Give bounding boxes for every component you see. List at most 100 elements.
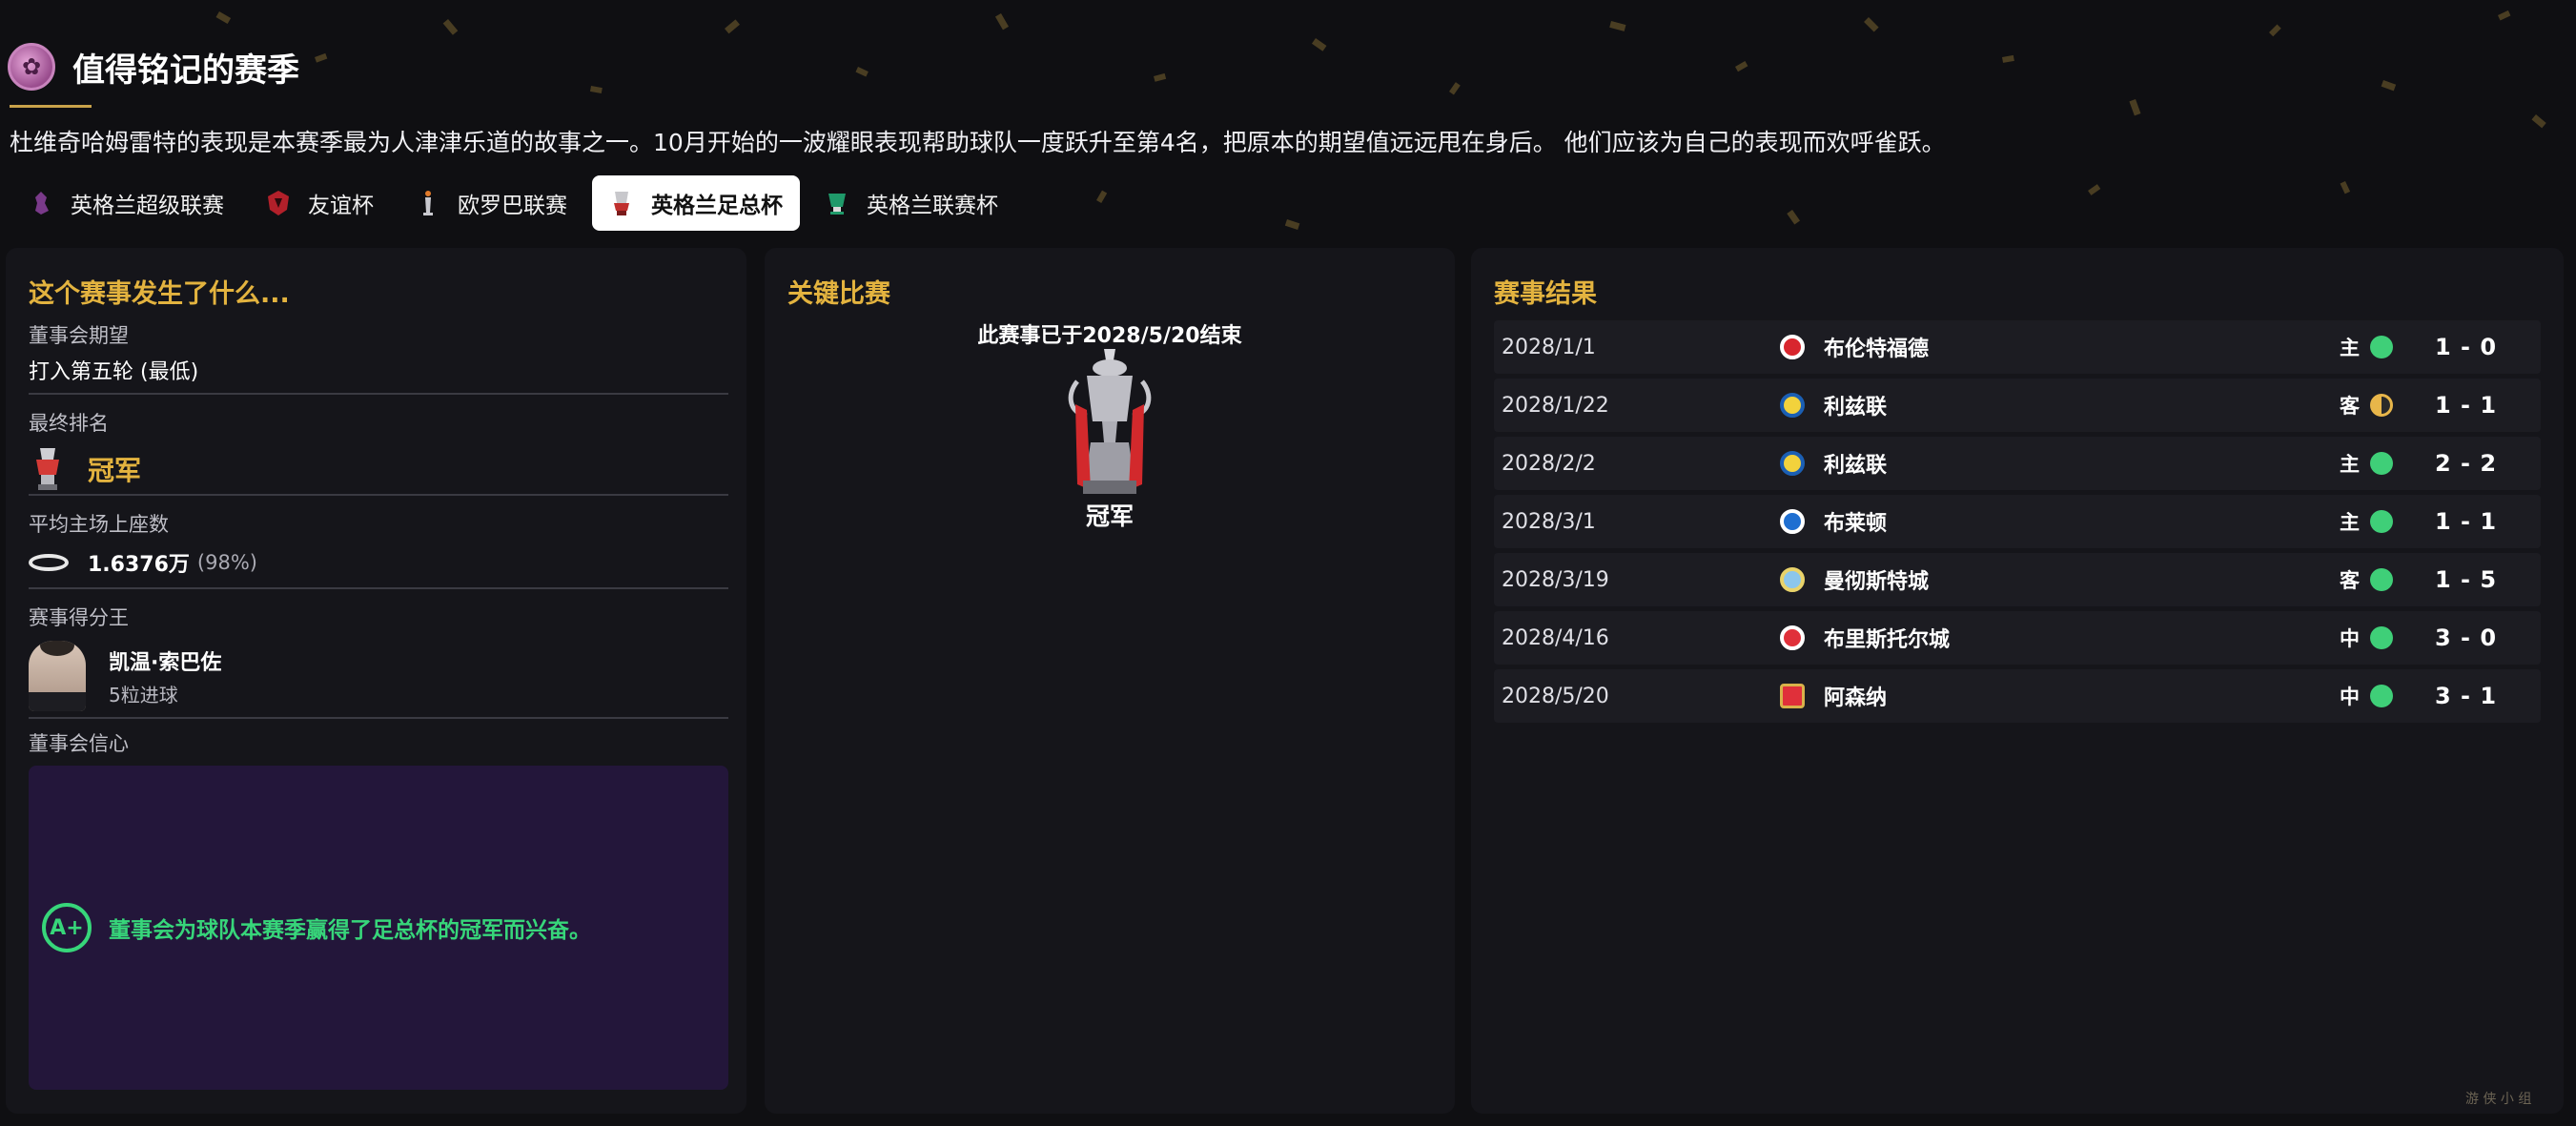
season-intro-text: 杜维奇哈姆雷特的表现是本赛季最为人津津乐道的故事之一。10月开始的一波耀眼表现帮… [10, 129, 1946, 156]
man-city-crest-icon [1780, 567, 1805, 592]
venue: 客 [2340, 569, 2360, 592]
match-score: 2 - 2 [2435, 450, 2498, 477]
page-title: 值得铭记的赛季 [72, 51, 299, 90]
tab-europa-league[interactable]: 欧罗巴联赛 [399, 175, 584, 231]
match-score: 3 - 0 [2435, 624, 2498, 651]
key-match-title: 关键比赛 [787, 279, 890, 309]
venue: 主 [2340, 453, 2360, 476]
divider [29, 393, 728, 395]
tab-friendly-cup[interactable]: 友谊杯 [249, 175, 391, 231]
win-indicator-icon [2370, 685, 2393, 707]
match-score: 1 - 5 [2435, 566, 2498, 593]
confidence-grade-badge: A+ [42, 903, 92, 952]
final-rank-section: 最终排名 冠军 [29, 408, 728, 494]
competition-tabs: 英格兰超级联赛 友谊杯 欧罗巴联赛 英格兰足总杯 英格兰联赛杯 [11, 175, 1023, 231]
summary-panel: 这个赛事发生了什么... 董事会期望 打入第五轮 (最低) 最终排名 冠军 平均… [6, 248, 746, 1114]
divider [29, 494, 728, 496]
competition-ended-text: 此赛事已于2028/5/20结束 [977, 324, 1242, 348]
match-score: 3 - 1 [2435, 683, 2498, 709]
page-header: ✿ 值得铭记的赛季 [8, 40, 299, 93]
expectation-value: 打入第五轮 (最低) [29, 360, 199, 384]
player-avatar[interactable] [29, 641, 86, 711]
title-underline [10, 105, 92, 108]
match-date: 2028/2/2 [1502, 451, 1596, 476]
win-indicator-icon [2370, 510, 2393, 533]
attendance-section: 平均主场上座数 1.6376万 (98%) [29, 509, 728, 578]
key-match-panel: 关键比赛 此赛事已于2028/5/20结束 冠军 [765, 248, 1455, 1114]
tab-label: 友谊杯 [308, 194, 374, 218]
club-badge-icon: ✿ [8, 43, 55, 91]
table-row[interactable]: 2028/5/20 阿森纳 中 3 - 1 [1494, 669, 2541, 723]
trophy-icon [36, 448, 59, 490]
venue: 客 [2340, 395, 2360, 418]
confidence-label: 董事会信心 [29, 732, 129, 755]
tab-premier-league[interactable]: 英格兰超级联赛 [11, 175, 241, 231]
win-indicator-icon [2370, 336, 2393, 358]
venue: 中 [2340, 686, 2360, 708]
match-date: 2028/4/16 [1502, 625, 1609, 650]
results-title: 赛事结果 [1494, 279, 1597, 309]
summary-title: 这个赛事发生了什么... [29, 279, 290, 309]
match-score: 1 - 1 [2435, 392, 2498, 419]
fa-cup-trophy-icon [1068, 349, 1152, 494]
match-score: 1 - 1 [2435, 508, 2498, 535]
top-scorer-label: 赛事得分王 [29, 606, 129, 629]
win-indicator-icon [2370, 568, 2393, 591]
bristol-city-crest-icon [1780, 625, 1805, 650]
divider [29, 587, 728, 589]
final-rank-value: 冠军 [88, 455, 142, 486]
opponent-name: 阿森纳 [1824, 686, 1888, 710]
opponent-name: 利兹联 [1824, 454, 1888, 478]
leeds-crest-icon [1780, 451, 1805, 476]
table-row[interactable]: 2028/3/19 曼彻斯特城 客 1 - 5 [1494, 553, 2541, 606]
top-scorer-name[interactable]: 凯温·索巴佐 [109, 645, 221, 676]
opponent-name: 布伦特福德 [1824, 338, 1930, 361]
draw-indicator-icon [2370, 394, 2393, 417]
table-row[interactable]: 2028/1/1 布伦特福德 主 1 - 0 [1494, 320, 2541, 374]
table-row[interactable]: 2028/1/22 利兹联 客 1 - 1 [1494, 379, 2541, 432]
opponent-name: 布莱顿 [1824, 512, 1888, 536]
attendance-value: 1.6376万 [88, 553, 190, 577]
tab-league-cup[interactable]: 英格兰联赛杯 [808, 175, 1015, 231]
venue: 主 [2340, 337, 2360, 359]
results-panel: 赛事结果 2028/1/1 布伦特福德 主 1 - 0 2028/1/22 利兹… [1471, 248, 2564, 1114]
attendance-label: 平均主场上座数 [29, 513, 169, 536]
board-expectation-section: 董事会期望 打入第五轮 (最低) [29, 320, 728, 385]
top-scorer-section: 赛事得分王 凯温·索巴佐 5粒进球 [29, 603, 728, 711]
tab-label: 英格兰超级联赛 [71, 194, 224, 218]
attendance-percent: (98%) [196, 551, 257, 574]
win-indicator-icon [2370, 626, 2393, 649]
final-rank-label: 最终排名 [29, 412, 109, 435]
europa-league-icon [416, 188, 440, 218]
tab-label: 英格兰联赛杯 [867, 194, 998, 218]
results-list: 2028/1/1 布伦特福德 主 1 - 0 2028/1/22 利兹联 客 1… [1494, 320, 2541, 727]
opponent-name: 布里斯托尔城 [1824, 628, 1951, 652]
opponent-name: 利兹联 [1824, 396, 1888, 420]
divider [29, 717, 728, 719]
match-date: 2028/1/22 [1502, 393, 1609, 418]
table-row[interactable]: 2028/3/1 布莱顿 主 1 - 1 [1494, 495, 2541, 548]
stadium-icon [29, 554, 69, 571]
tab-fa-cup[interactable]: 英格兰足总杯 [592, 175, 800, 231]
match-date: 2028/1/1 [1502, 335, 1596, 359]
tab-label: 欧罗巴联赛 [458, 194, 567, 218]
confidence-text: 董事会为球队本赛季赢得了足总杯的冠军而兴奋。 [109, 918, 591, 943]
key-match-result: 冠军 [1085, 502, 1134, 530]
league-cup-icon [825, 188, 849, 218]
premier-league-icon [29, 188, 53, 218]
match-date: 2028/3/19 [1502, 567, 1609, 592]
friendly-cup-icon [266, 188, 291, 218]
tab-label: 英格兰足总杯 [651, 194, 783, 218]
table-row[interactable]: 2028/4/16 布里斯托尔城 中 3 - 0 [1494, 611, 2541, 665]
watermark: 游 侠 小 组 [2465, 1092, 2532, 1107]
arsenal-crest-icon [1780, 684, 1805, 708]
confidence-box: A+ 董事会为球队本赛季赢得了足总杯的冠军而兴奋。 [29, 766, 728, 1090]
venue: 主 [2340, 511, 2360, 534]
table-row[interactable]: 2028/2/2 利兹联 主 2 - 2 [1494, 437, 2541, 490]
brentford-crest-icon [1780, 335, 1805, 359]
match-date: 2028/5/20 [1502, 684, 1609, 708]
fa-cup-icon [609, 188, 634, 218]
board-confidence-section: 董事会信心 [29, 728, 728, 757]
match-date: 2028/3/1 [1502, 509, 1596, 534]
venue: 中 [2340, 627, 2360, 650]
